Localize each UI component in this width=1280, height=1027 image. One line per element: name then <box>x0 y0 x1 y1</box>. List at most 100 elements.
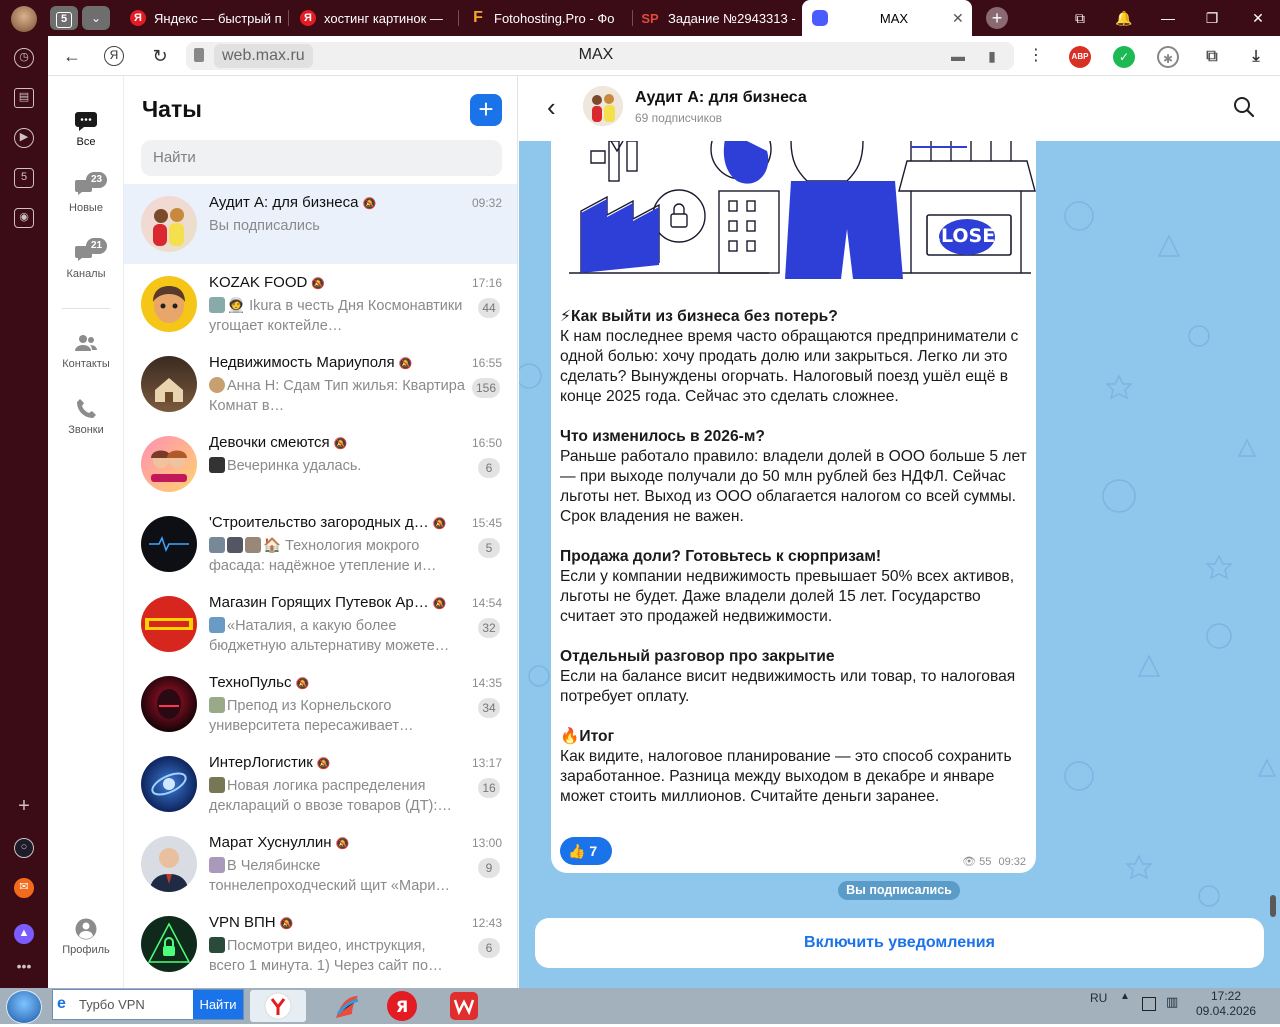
reload-icon[interactable]: ↻ <box>148 44 172 68</box>
url-text[interactable]: web.max.ru <box>214 44 313 68</box>
start-button[interactable] <box>6 990 42 1024</box>
collections-icon[interactable]: ▤ <box>14 88 34 108</box>
video-icon[interactable]: ▶ <box>14 128 34 148</box>
tabs-dropdown-button[interactable]: ⌄ <box>82 6 110 30</box>
svg-text:Я: Я <box>396 997 408 1016</box>
mail-icon[interactable]: ✉ <box>14 878 34 898</box>
subscribed-notice: Вы подписались <box>838 881 960 900</box>
chat-row[interactable]: ИнтерЛогистик 🔕 13:17 Новая логика распре… <box>124 744 517 824</box>
chat-row[interactable]: Марат Хуснуллин 🔕 13:00 В Челябинске тонн… <box>124 824 517 904</box>
history-icon[interactable]: ◷ <box>14 48 34 68</box>
search-icon[interactable] <box>1233 96 1255 118</box>
tab-max[interactable]: MAX ✕ <box>802 0 972 36</box>
bookmark-icon[interactable]: ▮ <box>980 44 1004 68</box>
notifications-bell-icon[interactable]: 🔔 <box>1102 0 1146 36</box>
tab-task[interactable]: SP Задание №2943313 - <box>634 0 800 36</box>
profile-avatar[interactable] <box>11 6 37 32</box>
chat-avatar <box>141 596 197 652</box>
muted-icon: 🔕 <box>311 278 326 290</box>
wps-office-taskbar-icon[interactable] <box>436 990 492 1022</box>
reaction-button[interactable]: 👍 7 <box>560 837 612 865</box>
alice-icon[interactable]: ○ <box>14 838 34 858</box>
assistant-icon[interactable]: ▲ <box>14 924 34 944</box>
action-center-icon[interactable] <box>1142 997 1156 1011</box>
new-tab-button[interactable]: + <box>986 7 1008 29</box>
channel-avatar[interactable] <box>583 86 623 126</box>
tray-expand-icon[interactable]: ▲ <box>1120 991 1130 1002</box>
minimize-button[interactable]: — <box>1146 0 1190 36</box>
enable-notifications-button[interactable]: Включить уведомления <box>535 918 1264 968</box>
new-chat-button[interactable]: + <box>470 94 502 126</box>
chat-bubble-icon <box>74 110 98 132</box>
more-icon[interactable]: ••• <box>14 958 34 978</box>
nav-contacts[interactable]: Контакты <box>48 332 124 370</box>
sp-icon: SP <box>641 10 659 26</box>
download-icon[interactable]: ⤓ <box>1245 46 1267 68</box>
gear-extension-icon[interactable]: ✱ <box>1157 46 1179 68</box>
search-input[interactable]: Найти <box>141 140 502 176</box>
lock-icon <box>194 48 204 62</box>
channel-header: ‹ Аудит А: для бизнеса 69 подписчиков <box>519 76 1280 141</box>
language-indicator[interactable]: RU <box>1090 991 1107 1005</box>
chat-row[interactable]: KOZAK FOOD 🔕 17:16 🧑‍🚀 Ikura в честь Дня … <box>124 264 517 344</box>
muted-icon: 🔕 <box>362 198 377 210</box>
close-tab-icon[interactable]: ✕ <box>952 10 972 27</box>
chat-row[interactable]: Девочки смеются 🔕 16:50 Вечеринка удалась… <box>124 424 517 504</box>
scrollbar-thumb[interactable] <box>1270 895 1276 917</box>
chat-avatar <box>141 196 197 252</box>
tab-fotohosting[interactable]: F Fotohosting.Pro - Фо <box>460 0 630 36</box>
check-extension-icon[interactable]: ✓ <box>1113 46 1135 68</box>
chat-row[interactable]: VPN ВПН 🔕 12:43 Посмотри видео, инструкци… <box>124 904 517 984</box>
tab-manager-icon[interactable]: ⧉ <box>1058 0 1102 36</box>
tab-image-hosting[interactable]: Я хостинг картинок — <box>290 0 456 36</box>
nav-profile[interactable]: Профиль <box>48 918 124 956</box>
tab-yandex[interactable]: Я Яндекс — быстрый п <box>120 0 288 36</box>
message-icon[interactable]: ▬ <box>946 44 970 68</box>
restore-button[interactable]: ❐ <box>1190 0 1234 36</box>
parrot-app-taskbar-icon[interactable] <box>316 990 372 1022</box>
muted-icon: 🔕 <box>316 758 331 770</box>
chat-row[interactable]: Магазин Горящих Путевок Ар… 🔕 14:54 «Ната… <box>124 584 517 664</box>
nav-all[interactable]: Все <box>48 110 124 148</box>
back-arrow-icon[interactable]: ← <box>60 44 84 68</box>
muted-icon: 🔕 <box>398 358 413 370</box>
ie-icon: e <box>57 995 66 1012</box>
yandex-home-icon[interactable]: Я <box>104 46 124 66</box>
five-icon[interactable]: 5 <box>14 168 34 188</box>
back-arrow-icon[interactable]: ‹ <box>547 94 556 120</box>
menu-kebab-icon[interactable]: ⋮ <box>1024 44 1048 68</box>
adblock-icon[interactable]: ABP <box>1069 46 1091 68</box>
contacts-icon <box>74 332 98 354</box>
chat-row[interactable]: ТехноПульс 🔕 14:35 Препод из Корнельского… <box>124 664 517 744</box>
muted-icon: 🔕 <box>333 438 348 450</box>
taskbar-search-button[interactable]: Найти <box>193 990 243 1019</box>
phone-icon <box>74 398 98 420</box>
close-window-button[interactable]: ✕ <box>1236 0 1280 36</box>
post-text: ⚡Как выйти из бизнеса без потерь? К нам п… <box>560 308 1027 805</box>
muted-icon: 🔕 <box>279 918 294 930</box>
nav-new[interactable]: 23 Новые <box>48 172 124 214</box>
chat-row[interactable]: 'Строительство загородных д… 🔕 15:45 🏠 Те… <box>124 504 517 584</box>
nav-calls[interactable]: Звонки <box>48 398 124 436</box>
chat-row[interactable]: Недвижимость Мариуполя 🔕 16:55 Анна Н: Сд… <box>124 344 517 424</box>
chat-list-panel: Чаты + Найти Аудит А: для бизнеса 🔕 09:32… <box>124 76 518 988</box>
muted-icon: 🔕 <box>432 518 447 530</box>
taskbar-clock[interactable]: 17:22 09.04.2026 <box>1196 989 1256 1019</box>
unread-count: 32 <box>478 618 500 638</box>
chat-row[interactable]: Аудит А: для бизнеса 🔕 09:32 Вы подписали… <box>124 184 517 264</box>
taskbar-search[interactable]: e Турбо VPN Найти <box>52 989 244 1020</box>
unread-count: 5 <box>478 538 500 558</box>
yandex-browser-taskbar-icon[interactable] <box>250 990 306 1022</box>
screenshot-icon[interactable]: ◉ <box>14 208 34 228</box>
tab-counter-button[interactable]: 5 <box>50 6 78 30</box>
puzzle-icon[interactable]: ⧉ <box>1201 46 1223 68</box>
nav-channels[interactable]: 21 Каналы <box>48 238 124 280</box>
chat-avatar <box>141 436 197 492</box>
fotohosting-icon: F <box>473 9 483 26</box>
yandex-taskbar-icon[interactable]: Я <box>374 990 430 1022</box>
add-panel-icon[interactable]: + <box>14 796 34 818</box>
page-title: MAX <box>578 46 614 63</box>
channel-view: ‹ Аудит А: для бизнеса 69 подписчиков CL… <box>519 76 1280 988</box>
post-time: 09:32 <box>998 856 1026 868</box>
network-icon[interactable]: ▥ <box>1166 994 1178 1010</box>
